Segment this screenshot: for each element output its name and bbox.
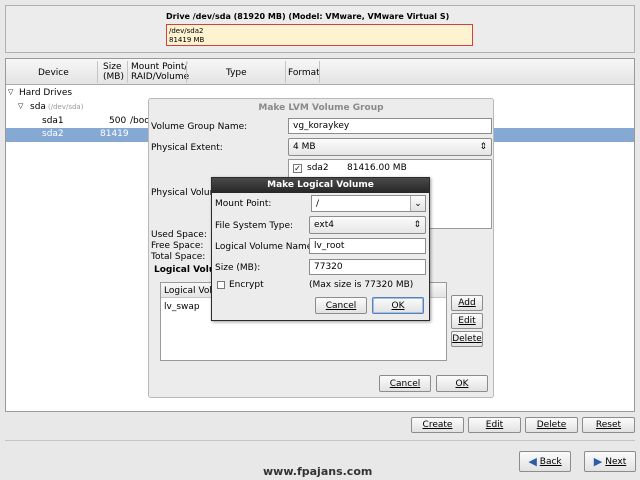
tree-row-sda2: sda2 [42,129,64,139]
header-format[interactable]: Format [288,68,320,78]
header-mount[interactable]: Mount Point/ RAID/Volume [131,62,189,82]
pe-label: Physical Extent: [151,143,223,153]
table-header: Device Size (MB) Mount Point/ RAID/Volum… [6,59,634,85]
expander-icon[interactable]: ▽ [8,88,13,96]
sda1-mount: /boo [130,116,150,126]
fs-type-value: ext4 [314,220,334,230]
drive-panel: Drive /dev/sda (81920 MB) (Model: VMware… [5,5,635,53]
tree-row-sda1[interactable]: sda1 [42,116,64,126]
updown-icon: ⇕ [413,220,421,230]
header-device[interactable]: Device [38,68,69,78]
pv-checkbox[interactable]: ✓ [293,164,302,173]
lvm-dialog-title: Make LVM Volume Group [258,103,384,113]
lv-column-header[interactable]: Logical Volu [164,286,218,296]
vg-name-label: Volume Group Name: [151,122,248,132]
pv-item-size: 81416.00 MB [347,163,407,173]
partition-block[interactable]: /dev/sda2 81419 MB [166,24,473,46]
lv-name-input[interactable]: lv_root [309,238,426,254]
lv-dialog-titlebar[interactable]: Make Logical Volume [212,178,429,193]
lvm-cancel-button[interactable]: Cancel [379,375,431,392]
partition-name: /dev/sda2 [169,27,204,35]
updown-icon: ⇕ [479,142,487,152]
mount-point-combo[interactable]: / ⌄ [311,195,426,212]
size-input[interactable]: 77320 [309,259,426,275]
lv-section-title: Logical Volu [154,265,216,275]
total-space-label: Total Space: [151,252,206,262]
mount-point-label: Mount Point: [215,199,272,209]
lv-add-button[interactable]: Add [451,295,483,311]
lv-item[interactable]: lv_swap [164,302,200,312]
edit-button[interactable]: Edit [468,417,521,433]
tree-row-sda-path: (/dev/sda) [48,103,84,111]
create-button[interactable]: Create [411,417,464,433]
reset-button[interactable]: Reset [582,417,635,433]
lv-delete-button[interactable]: Delete [451,331,483,347]
size-label: Size (MB): [215,263,261,273]
encrypt-checkbox[interactable] [217,281,225,289]
encrypt-label[interactable]: Encrypt [229,280,264,290]
watermark-text: www.fpajans.com [263,465,373,478]
arrow-right-icon: ▶ [593,455,603,468]
fs-type-select[interactable]: ext4 ⇕ [309,216,426,234]
chevron-down-icon[interactable]: ⌄ [410,196,425,211]
partition-size: 81419 MB [169,36,205,44]
lv-dialog-title: Make Logical Volume [267,180,374,190]
free-space-label: Free Space: [151,241,204,251]
expander-icon[interactable]: ▽ [18,102,23,110]
header-type[interactable]: Type [226,68,247,78]
sda2-size: 81419 [100,129,129,139]
pe-select[interactable]: 4 MB ⇕ [288,138,492,156]
arrow-left-icon: ◀ [528,455,537,468]
pv-item-name: sda2 [307,163,329,173]
lv-dialog: Make Logical Volume Mount Point: / ⌄ Fil… [211,177,430,321]
used-space-label: Used Space: [151,230,207,240]
lvm-ok-button[interactable]: OK [436,375,488,392]
next-button[interactable]: ▶ Next [584,451,636,472]
mount-point-value: / [316,198,320,209]
lv-ok-button[interactable]: OK [372,297,424,314]
back-button[interactable]: ◀ Back [519,451,571,472]
max-size-text: (Max size is 77320 MB) [309,280,414,290]
vg-name-input[interactable]: vg_koraykey [288,118,492,134]
fs-type-label: File System Type: [215,221,294,231]
lv-cancel-button[interactable]: Cancel [315,297,367,314]
pe-value: 4 MB [293,142,316,152]
drive-title: Drive /dev/sda (81920 MB) (Model: VMware… [166,12,450,21]
header-size[interactable]: Size (MB) [103,62,124,82]
tree-row-hard-drives[interactable]: Hard Drives [19,88,72,98]
delete-button[interactable]: Delete [525,417,578,433]
lv-name-label: Logical Volume Name: [215,242,316,252]
tree-row-sda[interactable]: sda [30,102,46,112]
pv-label: Physical Volum [151,188,219,198]
separator [5,440,635,441]
lv-edit-button[interactable]: Edit [451,313,483,329]
sda1-size: 500 [109,116,127,126]
